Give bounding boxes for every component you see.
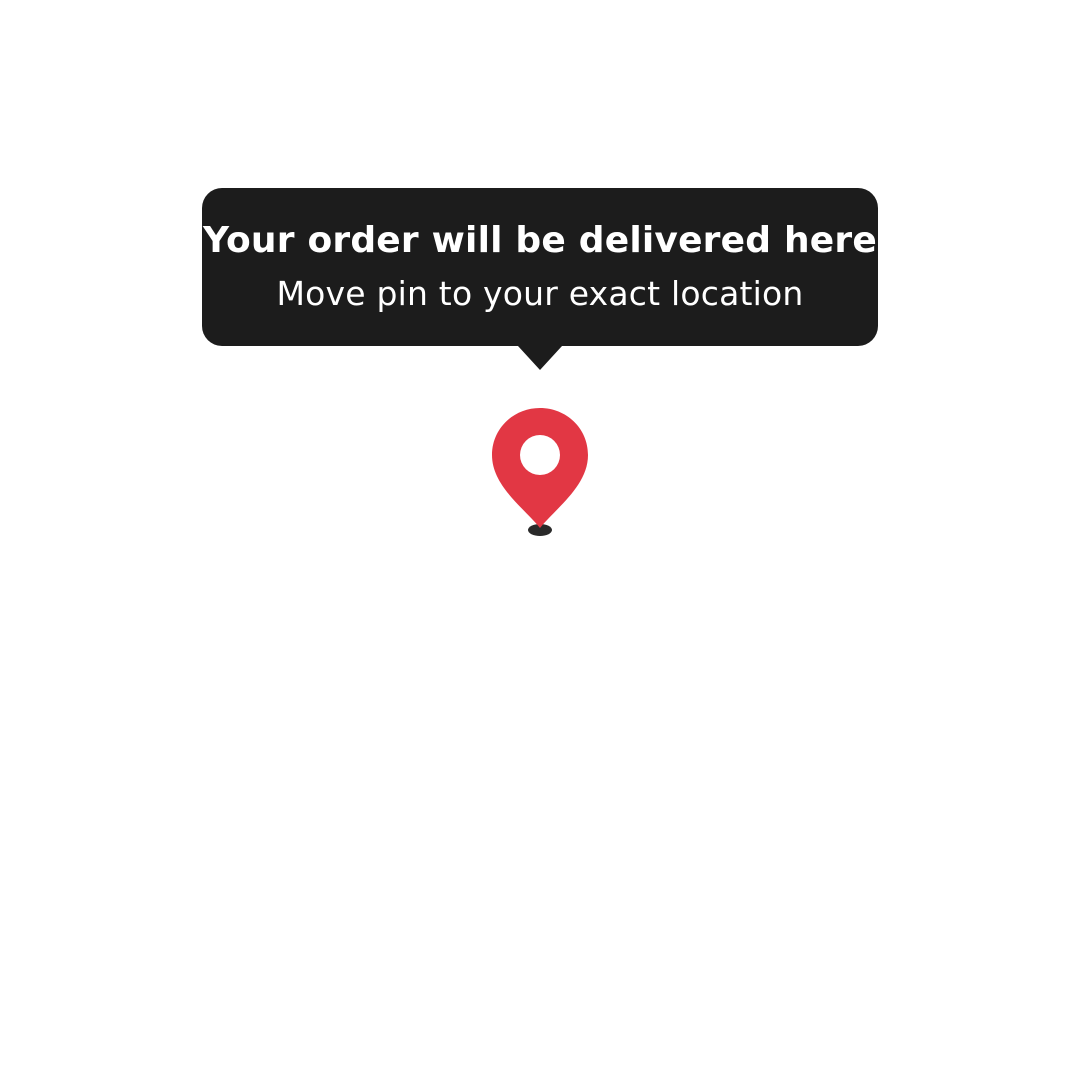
map-canvas[interactable]: Your order will be delivered here Move p… [0, 0, 1080, 1080]
delivery-tooltip: Your order will be delivered here Move p… [202, 188, 878, 346]
tooltip-subtitle: Move pin to your exact location [276, 274, 804, 313]
location-pin-icon[interactable] [490, 406, 590, 538]
pin-hole [520, 435, 560, 475]
tooltip-arrow [518, 346, 562, 370]
tooltip-title: Your order will be delivered here [203, 220, 877, 261]
